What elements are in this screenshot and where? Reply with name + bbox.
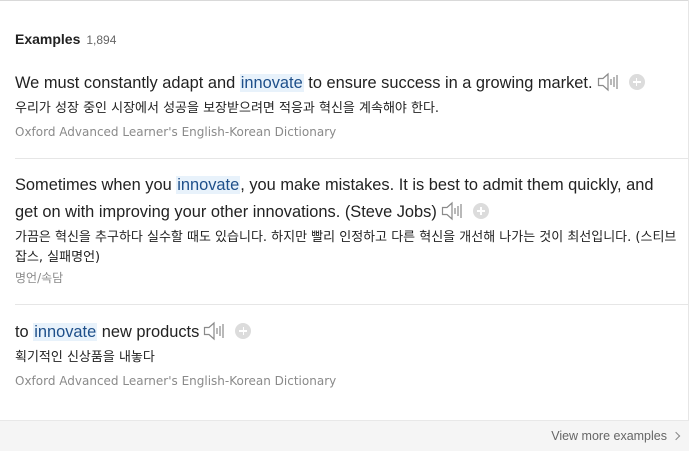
example-actions — [441, 199, 489, 226]
example-sentence-en: We must constantly adapt and innovate to… — [15, 70, 680, 97]
keyword-highlight[interactable]: innovate — [239, 74, 304, 92]
sentence-text: Sometimes when you — [15, 176, 177, 194]
example-sentence-en: to innovate new products — [15, 319, 680, 346]
add-to-wordbook-icon[interactable] — [235, 322, 252, 339]
speaker-icon[interactable] — [441, 201, 465, 221]
example-source: 명언/속담 — [15, 271, 64, 286]
view-more-label: View more examples — [551, 429, 667, 443]
example-translation-ko: 가끔은 혁신을 추구하다 실수할 때도 있습니다. 하지만 빨리 인정하고 다른… — [15, 230, 677, 266]
example-actions — [597, 70, 645, 97]
example-item: Sometimes when you innovate, you make mi… — [15, 172, 680, 286]
keyword-highlight[interactable]: innovate — [33, 323, 98, 341]
example-actions — [203, 319, 252, 346]
speaker-icon[interactable] — [203, 321, 227, 341]
sentence-text: new products — [97, 323, 200, 341]
view-more-examples-link[interactable]: View more examples — [551, 429, 681, 443]
examples-footer: View more examples — [0, 420, 689, 451]
examples-count: 1,894 — [86, 33, 117, 47]
speaker-icon[interactable] — [597, 72, 621, 92]
example-item: We must constantly adapt and innovate to… — [15, 70, 680, 139]
example-source: Oxford Advanced Learner's English-Korean… — [15, 374, 337, 389]
example-translation-ko: 우리가 성장 중인 시장에서 성공을 보장받으려면 적응과 혁신을 계속해야 한… — [15, 101, 440, 117]
top-border — [0, 0, 689, 1]
divider — [15, 158, 688, 159]
divider — [15, 304, 688, 305]
keyword-highlight[interactable]: innovate — [176, 176, 241, 194]
chevron-right-icon — [671, 431, 681, 441]
sentence-text: to ensure success in a growing market. — [303, 74, 593, 92]
example-item: to innovate new products 획기적인 신상품을 내놓다 O… — [15, 319, 680, 388]
example-translation-ko: 획기적인 신상품을 내놓다 — [15, 350, 155, 366]
examples-title: Examples — [15, 31, 81, 47]
sentence-text: We must constantly adapt and — [15, 74, 240, 92]
example-sentence-en: Sometimes when you innovate, you make mi… — [15, 172, 680, 226]
example-source: Oxford Advanced Learner's English-Korean… — [15, 125, 337, 140]
add-to-wordbook-icon[interactable] — [472, 202, 489, 219]
examples-header: Examples 1,894 — [15, 31, 116, 47]
add-to-wordbook-icon[interactable] — [628, 73, 645, 90]
sentence-text: to — [15, 323, 34, 341]
